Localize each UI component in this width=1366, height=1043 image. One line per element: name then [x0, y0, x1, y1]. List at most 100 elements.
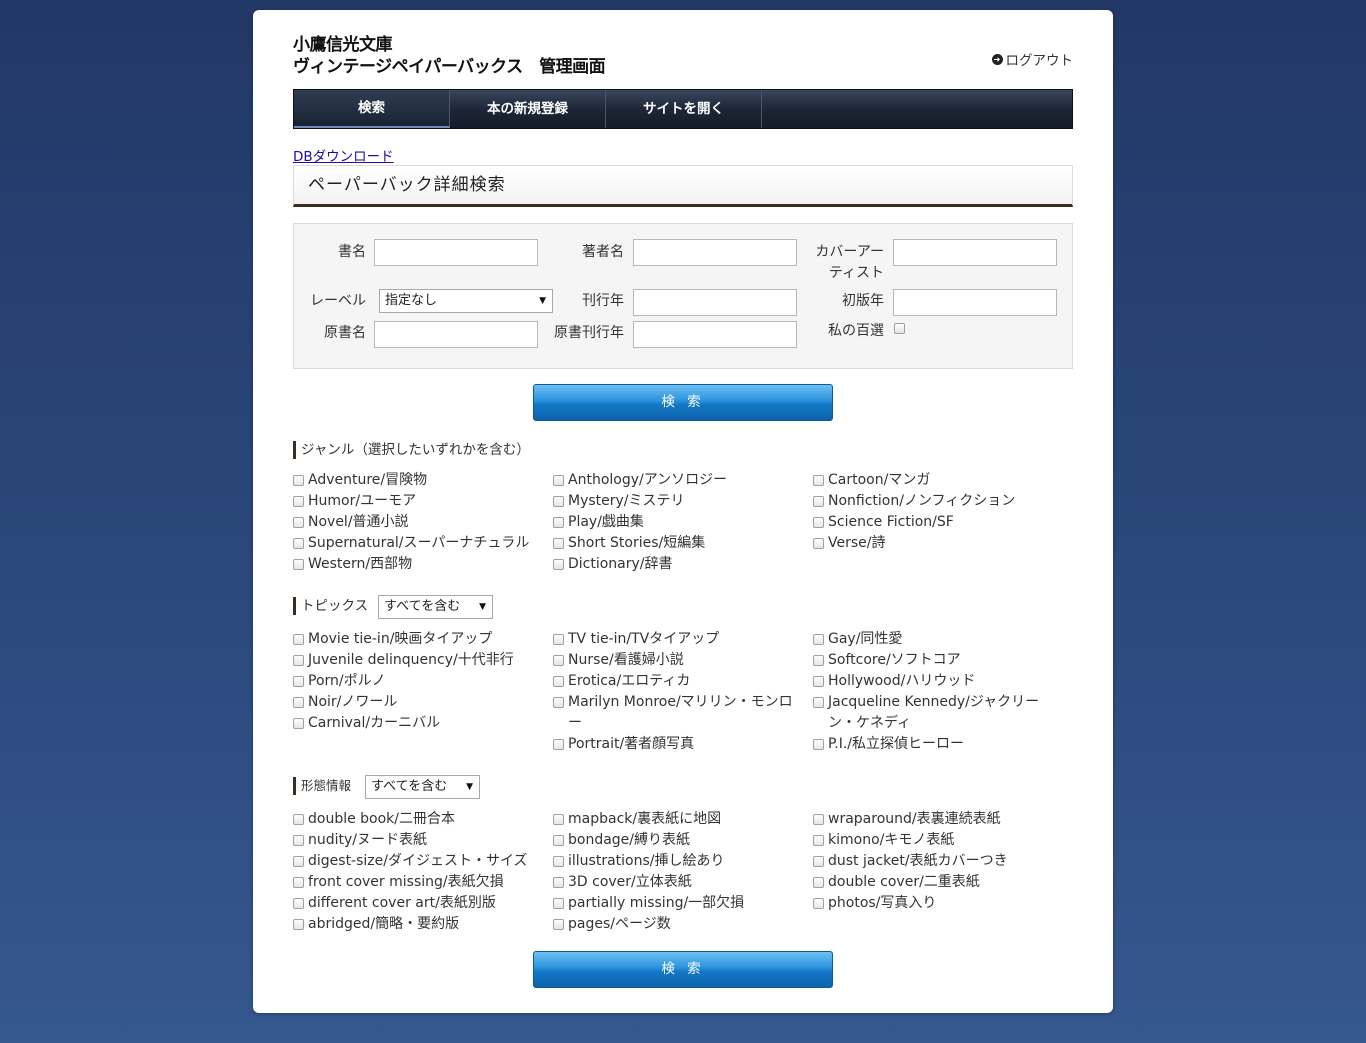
nav-open-site[interactable]: サイトを開く — [606, 90, 762, 128]
format-mode-select[interactable]: すべてを含む ▼ — [365, 775, 480, 799]
topics-option-checkbox[interactable] — [813, 739, 824, 750]
format-option-checkbox[interactable] — [553, 814, 564, 825]
genre-option[interactable]: Humor/ユーモア — [293, 491, 543, 512]
search-button-bottom[interactable]: 検 索 — [533, 951, 833, 988]
topics-option[interactable]: Carnival/カーニバル — [293, 713, 543, 734]
format-option[interactable]: pages/ページ数 — [553, 914, 803, 935]
format-option-checkbox[interactable] — [293, 814, 304, 825]
topics-option-checkbox[interactable] — [553, 634, 564, 645]
genre-option-checkbox[interactable] — [553, 538, 564, 549]
topics-option[interactable]: Hollywood/ハリウッド — [813, 671, 1063, 692]
topics-option-checkbox[interactable] — [813, 655, 824, 666]
format-option[interactable]: mapback/裏表紙に地図 — [553, 809, 803, 830]
genre-option-checkbox[interactable] — [553, 496, 564, 507]
topics-option-checkbox[interactable] — [553, 676, 564, 687]
format-option-checkbox[interactable] — [293, 835, 304, 846]
topics-option-checkbox[interactable] — [293, 718, 304, 729]
genre-option[interactable]: Novel/普通小説 — [293, 512, 543, 533]
topics-option-checkbox[interactable] — [553, 655, 564, 666]
logout-link[interactable]: ➜ ログアウト — [991, 49, 1073, 69]
format-option-checkbox[interactable] — [813, 814, 824, 825]
genre-option[interactable]: Adventure/冒険物 — [293, 470, 543, 491]
topics-option[interactable]: Softcore/ソフトコア — [813, 650, 1063, 671]
format-option[interactable]: nudity/ヌード表紙 — [293, 830, 543, 851]
genre-option[interactable]: Mystery/ミステリ — [553, 491, 803, 512]
genre-option-checkbox[interactable] — [813, 496, 824, 507]
genre-option-checkbox[interactable] — [553, 517, 564, 528]
title-input[interactable] — [374, 239, 538, 266]
genre-option[interactable]: Play/戯曲集 — [553, 512, 803, 533]
my100-checkbox[interactable] — [894, 323, 905, 334]
topics-option-checkbox[interactable] — [553, 697, 564, 708]
pub-year-input[interactable] — [633, 289, 797, 316]
topics-option-checkbox[interactable] — [813, 676, 824, 687]
genre-option[interactable]: Short Stories/短編集 — [553, 533, 803, 554]
genre-option[interactable]: Verse/詩 — [813, 533, 1063, 554]
format-option-checkbox[interactable] — [293, 877, 304, 888]
topics-option[interactable]: Jacqueline Kennedy/ジャクリーン・ケネディ — [813, 692, 1063, 734]
format-option[interactable]: double book/二冊合本 — [293, 809, 543, 830]
db-download-link[interactable]: DBダウンロード — [293, 145, 394, 165]
genre-option[interactable]: Western/西部物 — [293, 554, 543, 575]
format-option-checkbox[interactable] — [553, 835, 564, 846]
format-option[interactable]: dust jacket/表紙カバーつき — [813, 851, 1063, 872]
format-option[interactable]: different cover art/表紙別版 — [293, 893, 543, 914]
topics-option[interactable]: Noir/ノワール — [293, 692, 543, 713]
format-option[interactable]: kimono/キモノ表紙 — [813, 830, 1063, 851]
format-option-checkbox[interactable] — [813, 877, 824, 888]
first-ed-input[interactable] — [893, 289, 1057, 316]
topics-option[interactable]: Nurse/看護婦小説 — [553, 650, 803, 671]
topics-mode-select[interactable]: すべてを含む ▼ — [378, 595, 493, 619]
format-option[interactable]: abridged/簡略・要約版 — [293, 914, 543, 935]
topics-option-checkbox[interactable] — [553, 739, 564, 750]
search-button-top[interactable]: 検 索 — [533, 384, 833, 421]
format-option[interactable]: digest-size/ダイジェスト・サイズ — [293, 851, 543, 872]
genre-option-checkbox[interactable] — [293, 559, 304, 570]
genre-option[interactable]: Supernatural/スーパーナチュラル — [293, 533, 543, 554]
topics-option[interactable]: Porn/ポルノ — [293, 671, 543, 692]
format-option[interactable]: 3D cover/立体表紙 — [553, 872, 803, 893]
format-option-checkbox[interactable] — [553, 919, 564, 930]
genre-option-checkbox[interactable] — [813, 517, 824, 528]
topics-option-checkbox[interactable] — [293, 655, 304, 666]
topics-option-checkbox[interactable] — [813, 634, 824, 645]
topics-option-checkbox[interactable] — [813, 697, 824, 708]
orig-title-input[interactable] — [374, 321, 538, 348]
genre-option-checkbox[interactable] — [553, 559, 564, 570]
topics-option[interactable]: Portrait/著者顔写真 — [553, 734, 803, 755]
genre-option-checkbox[interactable] — [293, 538, 304, 549]
format-option-checkbox[interactable] — [293, 919, 304, 930]
topics-option[interactable]: TV tie-in/TVタイアップ — [553, 629, 803, 650]
format-option[interactable]: double cover/二重表紙 — [813, 872, 1063, 893]
genre-option-checkbox[interactable] — [293, 496, 304, 507]
nav-search[interactable]: 検索 — [294, 90, 450, 128]
orig-pub-year-input[interactable] — [633, 321, 797, 348]
genre-option[interactable]: Anthology/アンソロジー — [553, 470, 803, 491]
genre-option[interactable]: Science Fiction/SF — [813, 512, 1063, 533]
topics-option[interactable]: Gay/同性愛 — [813, 629, 1063, 650]
format-option-checkbox[interactable] — [553, 898, 564, 909]
format-option[interactable]: bondage/縛り表紙 — [553, 830, 803, 851]
label-select[interactable]: 指定なし ▼ — [379, 289, 553, 313]
format-option-checkbox[interactable] — [813, 898, 824, 909]
topics-option-checkbox[interactable] — [293, 634, 304, 645]
format-option[interactable]: photos/写真入り — [813, 893, 1063, 914]
format-option-checkbox[interactable] — [553, 877, 564, 888]
genre-option-checkbox[interactable] — [293, 475, 304, 486]
genre-option-checkbox[interactable] — [293, 517, 304, 528]
cover-artist-input[interactable] — [893, 239, 1057, 266]
genre-option[interactable]: Nonfiction/ノンフィクション — [813, 491, 1063, 512]
genre-option-checkbox[interactable] — [813, 475, 824, 486]
author-input[interactable] — [633, 239, 797, 266]
genre-option[interactable]: Dictionary/辞書 — [553, 554, 803, 575]
nav-new-book[interactable]: 本の新規登録 — [450, 90, 606, 128]
format-option[interactable]: front cover missing/表紙欠損 — [293, 872, 543, 893]
format-option-checkbox[interactable] — [813, 835, 824, 846]
genre-option-checkbox[interactable] — [553, 475, 564, 486]
topics-option[interactable]: Movie tie-in/映画タイアップ — [293, 629, 543, 650]
topics-option[interactable]: Juvenile delinquency/十代非行 — [293, 650, 543, 671]
format-option-checkbox[interactable] — [293, 898, 304, 909]
format-option-checkbox[interactable] — [553, 856, 564, 867]
topics-option[interactable]: Marilyn Monroe/マリリン・モンロー — [553, 692, 803, 734]
topics-option[interactable]: P.I./私立探偵ヒーロー — [813, 734, 1063, 755]
